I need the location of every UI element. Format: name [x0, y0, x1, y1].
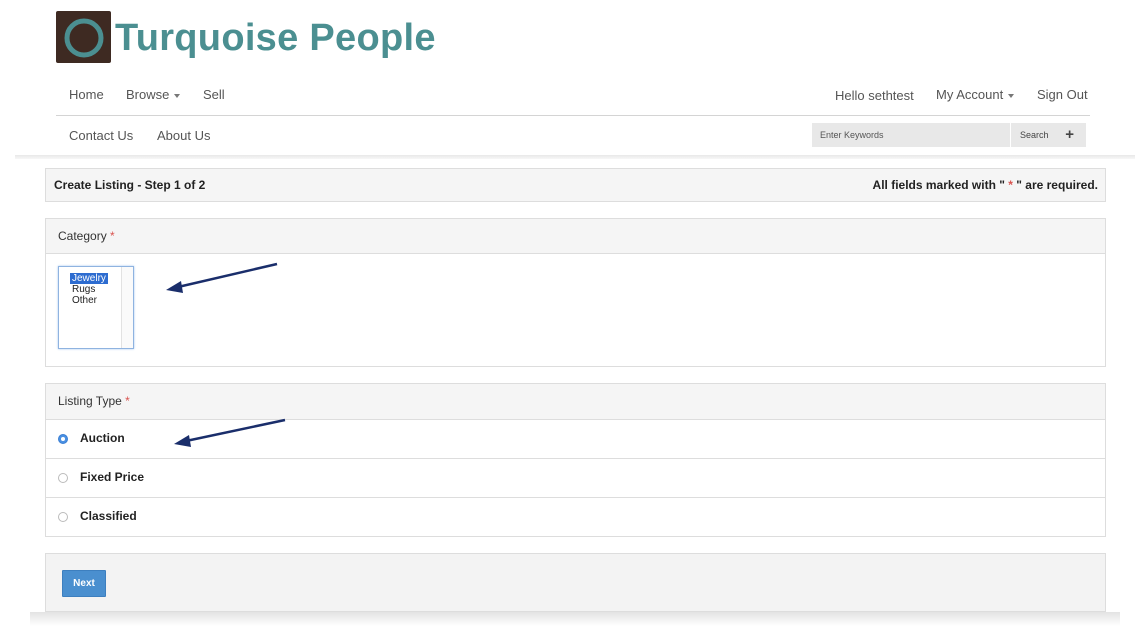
annotation-arrows — [166, 262, 286, 447]
arrow-to-auction-icon — [174, 418, 286, 447]
arrow-to-category-icon — [166, 262, 278, 293]
